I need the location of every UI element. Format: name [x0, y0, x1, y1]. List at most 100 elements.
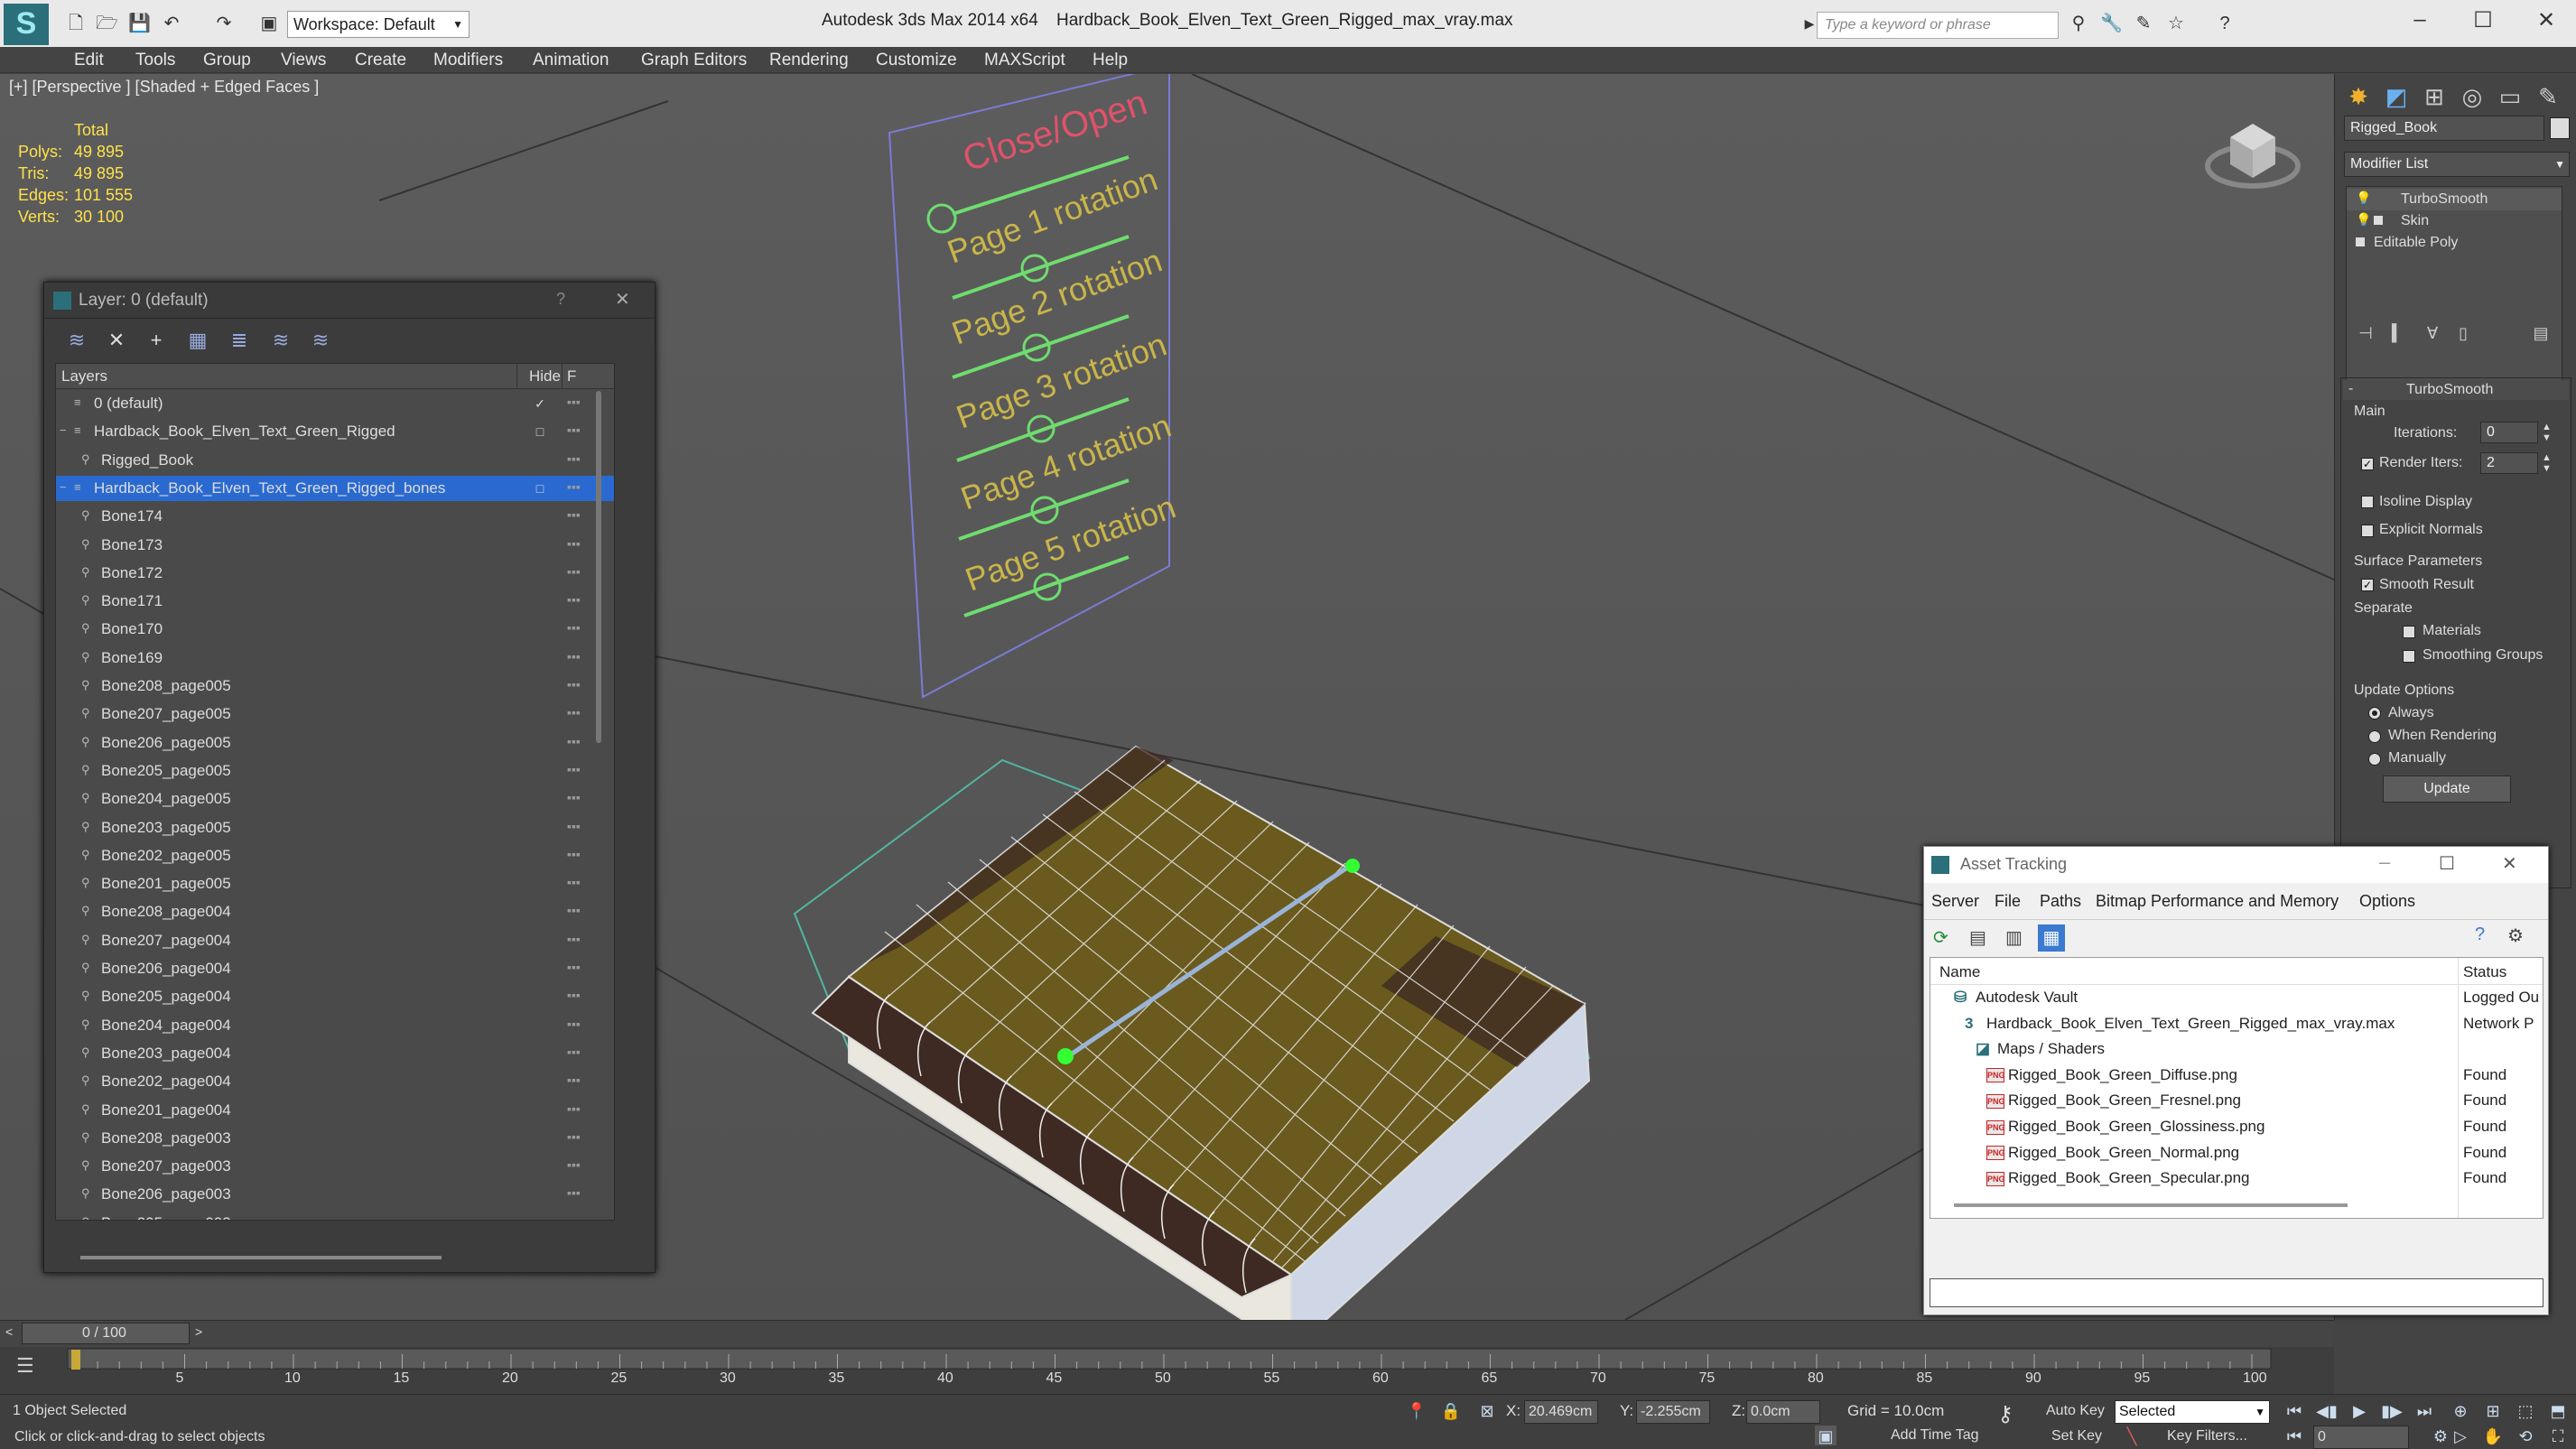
- menu-maxscript[interactable]: MAXScript: [984, 51, 1065, 70]
- freeze-toggle-icon[interactable]: ▪▪▪: [567, 592, 581, 607]
- freeze-toggle-icon[interactable]: ▪▪▪: [567, 1214, 581, 1220]
- menu-server[interactable]: Server: [1931, 892, 1979, 911]
- layer-row[interactable]: ⚲ Bone170 ▪▪▪: [56, 617, 614, 642]
- zoom-extents-icon[interactable]: ⬚: [2514, 1400, 2537, 1422]
- asset-path-field[interactable]: [1930, 1278, 2543, 1307]
- object-color-swatch[interactable]: [2550, 117, 2570, 139]
- save-file-icon[interactable]: 💾: [128, 13, 151, 34]
- smoothing-groups-checkbox[interactable]: [2403, 650, 2415, 663]
- menu-edit[interactable]: Edit: [74, 51, 104, 70]
- hide-toggle[interactable]: [532, 566, 548, 581]
- render-iters-checkbox[interactable]: ✓: [2361, 458, 2374, 470]
- asset-row[interactable]: 3 Hardback_Book_Elven_Text_Green_Rigged_m…: [1930, 1011, 2543, 1036]
- freeze-toggle-icon[interactable]: ▪▪▪: [567, 649, 581, 664]
- close-window-button[interactable]: ✕: [2528, 7, 2564, 40]
- menu-help[interactable]: Help: [1093, 51, 1128, 70]
- spinner-arrows-icon[interactable]: ▲ ▼: [2542, 452, 2552, 474]
- when-rendering-radio[interactable]: [2368, 730, 2381, 743]
- isoline-display-checkbox[interactable]: [2361, 496, 2374, 508]
- workspace-dropdown[interactable]: Workspace: Default ▼: [287, 11, 470, 38]
- select-in-layer-icon[interactable]: ▦: [185, 328, 210, 353]
- detail-view-icon[interactable]: ▥: [2005, 926, 2023, 949]
- hide-toggle[interactable]: [532, 961, 548, 976]
- light-bulb-icon[interactable]: 💡: [2356, 212, 2371, 228]
- freeze-toggle-icon[interactable]: ▪▪▪: [567, 507, 581, 522]
- freeze-column-header[interactable]: F: [567, 367, 576, 385]
- display-tab-icon[interactable]: ▭: [2492, 79, 2528, 114]
- stack-item-turbosmooth[interactable]: 💡 TurboSmooth: [2347, 189, 2562, 210]
- layers-column-header[interactable]: Layers: [61, 367, 107, 385]
- freeze-toggle-icon[interactable]: ▪▪▪: [567, 1073, 581, 1087]
- stack-item-skin[interactable]: 💡 Skin: [2347, 210, 2562, 232]
- time-slider-thumb[interactable]: 0 / 100: [22, 1323, 190, 1344]
- stack-item-editable-poly[interactable]: Editable Poly: [2347, 232, 2562, 254]
- layer-row[interactable]: ≡ 0 (default) ✓ ▪▪▪: [56, 391, 614, 416]
- freeze-toggle-icon[interactable]: ▪▪▪: [567, 1045, 581, 1059]
- bone-pivot-marker[interactable]: [1345, 859, 1360, 873]
- layer-row[interactable]: ⚲ Bone203_page005 ▪▪▪: [56, 815, 614, 841]
- list-view-icon[interactable]: ▤: [1969, 926, 1986, 949]
- hide-toggle[interactable]: [532, 877, 548, 891]
- z-coordinate-field[interactable]: 0.0cm: [1746, 1400, 1820, 1424]
- close-icon[interactable]: ✕: [615, 288, 630, 311]
- render-iters-spinner[interactable]: 2: [2480, 452, 2538, 474]
- go-to-start-icon[interactable]: ⏮: [2283, 1400, 2306, 1422]
- asset-row[interactable]: ◪ Maps / Shaders: [1930, 1036, 2543, 1062]
- layer-row[interactable]: ⚲ Bone169 ▪▪▪: [56, 646, 614, 671]
- hide-toggle[interactable]: [532, 821, 548, 835]
- previous-frame-icon[interactable]: <: [5, 1324, 13, 1339]
- expand-icon[interactable]: [2374, 216, 2383, 225]
- light-bulb-icon[interactable]: 💡: [2356, 190, 2371, 206]
- orbit-icon[interactable]: ⟲: [2514, 1426, 2537, 1447]
- hierarchy-tab-icon[interactable]: ⊞: [2416, 79, 2452, 114]
- maximize-viewport-icon[interactable]: ⛶: [2546, 1426, 2570, 1447]
- hide-toggle[interactable]: [532, 764, 548, 778]
- key-icon[interactable]: ⚷: [1994, 1404, 2017, 1426]
- name-column-header[interactable]: Name: [1939, 963, 1980, 981]
- binoculars-icon[interactable]: ⚲: [2068, 13, 2089, 34]
- menu-bitmap-performance[interactable]: Bitmap Performance and Memory: [2096, 892, 2339, 911]
- create-tab-icon[interactable]: ✸: [2340, 79, 2376, 114]
- hide-toggle[interactable]: [532, 509, 548, 524]
- maximize-button[interactable]: ☐: [2465, 7, 2501, 40]
- smooth-result-checkbox[interactable]: ✓: [2361, 579, 2374, 591]
- track-bar[interactable]: ☰ 5 10 15 20 25 30 35 40 45 50 55 60 65 70 75 80 85 90 95 1…: [0, 1347, 2334, 1394]
- asset-row[interactable]: PNG Rigged_Book_Green_Diffuse.png Found: [1930, 1063, 2543, 1088]
- horizontal-scrollbar[interactable]: [1954, 1203, 2348, 1207]
- freeze-toggle-icon[interactable]: ▪▪▪: [567, 1017, 581, 1031]
- pan-view-icon[interactable]: ✋: [2481, 1426, 2505, 1447]
- hide-toggle[interactable]: [532, 905, 548, 919]
- set-key-icon[interactable]: ╲: [2120, 1426, 2144, 1447]
- freeze-toggle-icon[interactable]: ▪▪▪: [567, 762, 581, 776]
- hide-toggle[interactable]: □: [532, 424, 548, 439]
- freeze-toggle-icon[interactable]: ▪▪▪: [567, 988, 581, 1002]
- current-frame-field[interactable]: 0: [2313, 1426, 2409, 1449]
- show-end-result-icon[interactable]: ▍: [2380, 316, 2416, 350]
- modifier-list-dropdown[interactable]: Modifier List ▼: [2344, 152, 2570, 177]
- freeze-toggle-icon[interactable]: ▪▪▪: [567, 564, 581, 579]
- hide-toggle[interactable]: [532, 849, 548, 863]
- next-frame-icon[interactable]: >: [195, 1324, 202, 1339]
- layer-row[interactable]: ⚲ Bone206_page003 ▪▪▪: [56, 1182, 614, 1207]
- add-to-layer-icon[interactable]: +: [144, 328, 169, 353]
- field-of-view-icon[interactable]: ▷: [2449, 1426, 2472, 1447]
- freeze-toggle-icon[interactable]: ▪▪▪: [567, 677, 581, 692]
- menu-paths[interactable]: Paths: [2040, 892, 2081, 911]
- isolate-selection-icon[interactable]: 📍: [1405, 1400, 1428, 1422]
- freeze-toggle-icon[interactable]: ▪▪▪: [567, 620, 581, 635]
- menu-animation[interactable]: Animation: [533, 51, 609, 70]
- layer-row[interactable]: ⚲ Bone201_page004 ▪▪▪: [56, 1098, 614, 1123]
- freeze-toggle-icon[interactable]: ▪▪▪: [567, 875, 581, 889]
- configure-sets-icon[interactable]: ▤: [2523, 316, 2559, 350]
- layer-dialog-titlebar[interactable]: Layer: 0 (default) ? ✕: [44, 283, 655, 319]
- asset-row[interactable]: PNG Rigged_Book_Green_Fresnel.png Found: [1930, 1088, 2543, 1113]
- maximize-button[interactable]: ☐: [2439, 852, 2455, 875]
- current-time-marker[interactable]: [71, 1350, 80, 1370]
- layer-row[interactable]: ⚲ Bone174 ▪▪▪: [56, 504, 614, 529]
- manually-radio[interactable]: [2368, 753, 2381, 766]
- explicit-normals-checkbox[interactable]: [2361, 525, 2374, 537]
- hide-toggle[interactable]: □: [532, 481, 548, 496]
- menu-tools[interactable]: Tools: [135, 51, 175, 70]
- expand-icon[interactable]: [2356, 237, 2365, 246]
- zoom-extents-all-icon[interactable]: ⬒: [2546, 1400, 2570, 1422]
